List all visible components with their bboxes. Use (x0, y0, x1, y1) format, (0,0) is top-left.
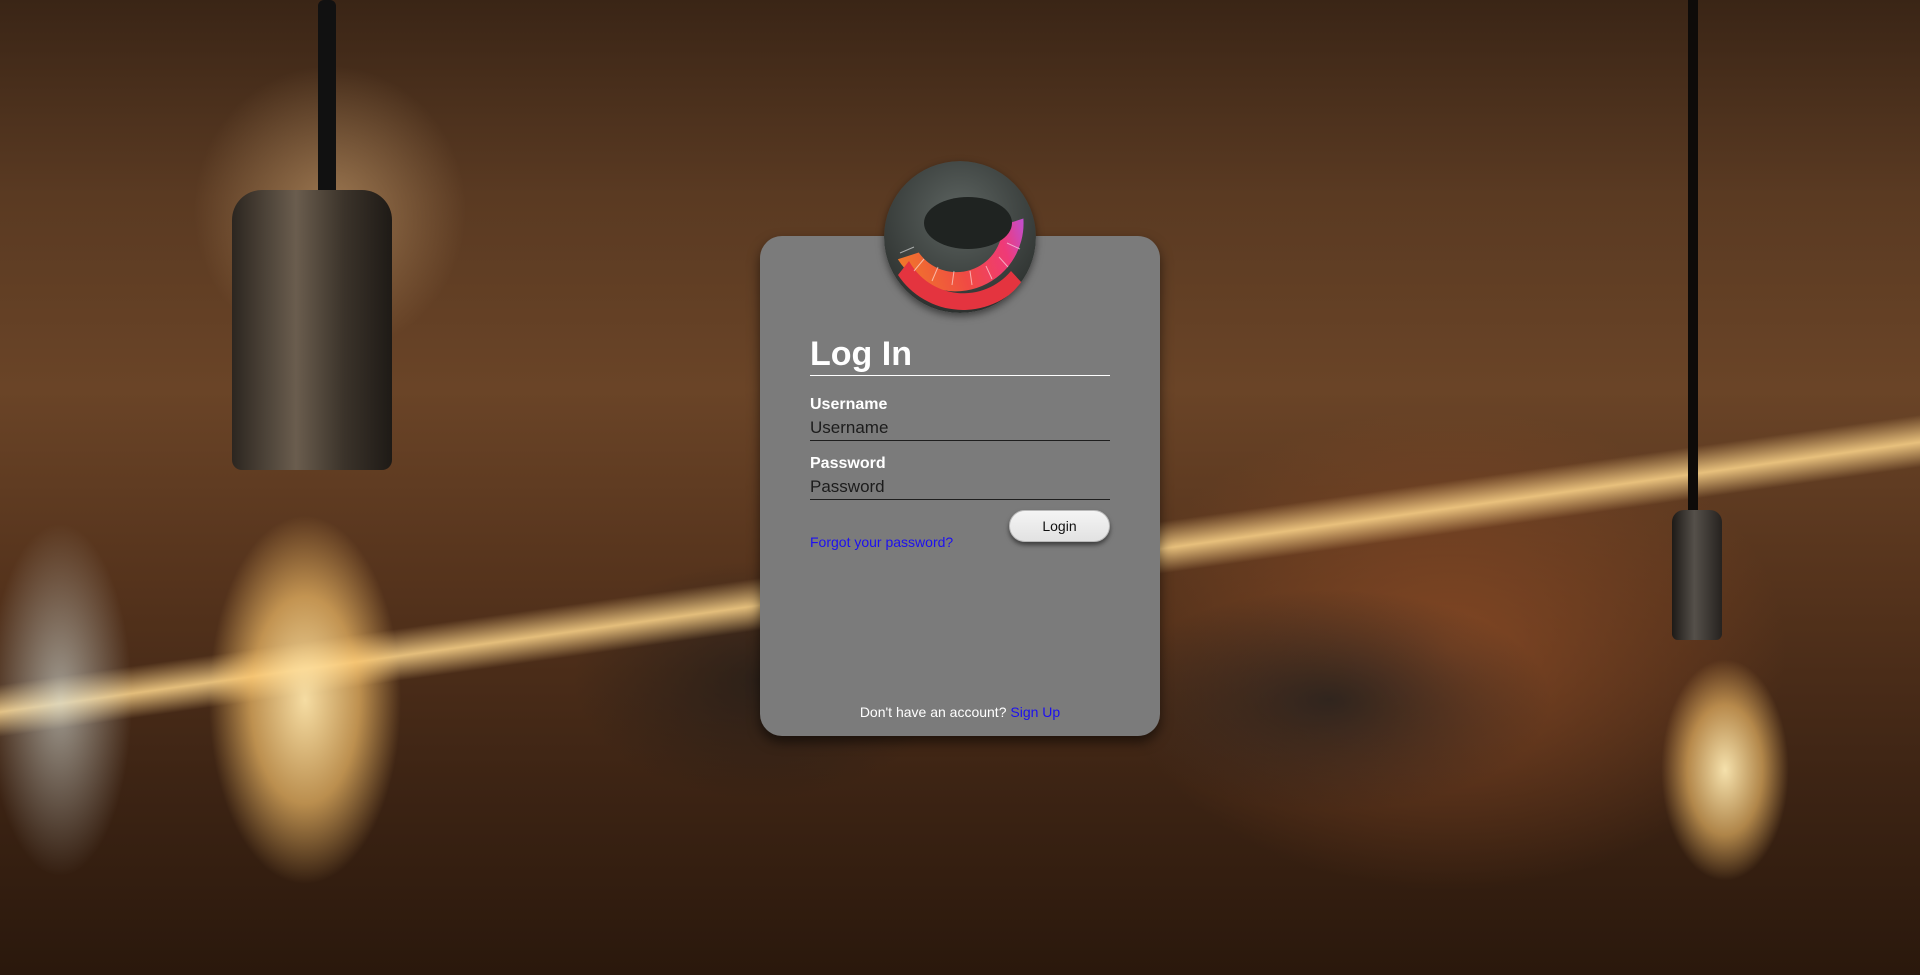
login-form: Log In Username Password Login Forgot yo… (810, 334, 1110, 550)
lamp-cord-right (1688, 0, 1698, 520)
consumers-users-wheel-icon (884, 161, 1036, 313)
password-input[interactable] (810, 473, 1110, 500)
username-input[interactable] (810, 414, 1110, 441)
logo-graphic (884, 161, 1036, 313)
lamp-socket-right (1672, 510, 1722, 640)
login-button[interactable]: Login (1009, 510, 1110, 542)
username-label: Username (810, 396, 888, 413)
forgot-password-link[interactable]: Forgot your password? (810, 534, 953, 550)
signup-link[interactable]: Sign Up (1010, 704, 1060, 720)
signup-prompt-text: Don't have an account? (859, 704, 1007, 720)
lamp-socket-left (232, 190, 392, 470)
lamp-cord-left (318, 0, 336, 200)
page-title: Log In (810, 334, 1110, 376)
signup-prompt: Don't have an account? Sign Up (760, 704, 1160, 720)
login-actions: Login Forgot your password? (810, 510, 1110, 550)
password-label: Password (810, 455, 886, 472)
